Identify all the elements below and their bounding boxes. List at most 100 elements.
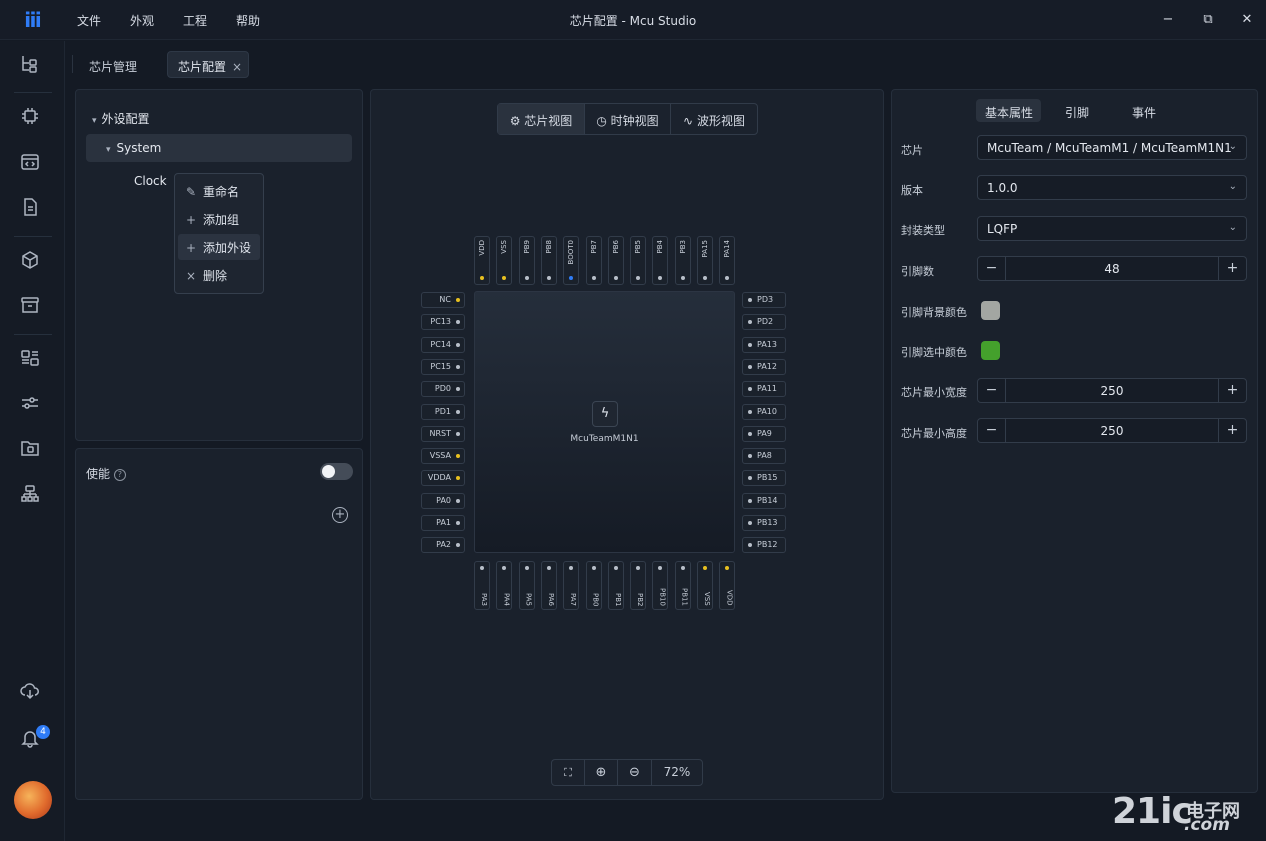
pin-pb9[interactable]: PB9 <box>518 236 535 285</box>
pin-pa5[interactable]: PA5 <box>518 561 535 610</box>
tab-wave-view[interactable]: ∿ 波形视图 <box>671 104 757 134</box>
pin-pb4[interactable]: PB4 <box>652 236 669 285</box>
pin-pd3[interactable]: PD3 <box>742 292 786 308</box>
pin-pb11[interactable]: PB11 <box>674 561 691 610</box>
hierarchy-icon[interactable] <box>20 484 46 510</box>
tab-clock-view[interactable]: ◷ 时钟视图 <box>585 104 670 134</box>
tab-events[interactable]: 事件 <box>1132 104 1156 121</box>
zoom-in-icon[interactable]: ⊕ <box>585 760 617 785</box>
pin-pb2[interactable]: PB2 <box>630 561 647 610</box>
decrement-button[interactable]: − <box>978 379 1006 402</box>
pin-pa6[interactable]: PA6 <box>540 561 557 610</box>
cube-icon[interactable] <box>20 250 46 276</box>
document-icon[interactable] <box>20 197 46 223</box>
decrement-button[interactable]: − <box>978 257 1006 280</box>
cpu-icon[interactable] <box>20 106 46 132</box>
pin-pa4[interactable]: PA4 <box>496 561 513 610</box>
minimize-button[interactable]: − <box>1158 10 1178 30</box>
increment-button[interactable]: + <box>1218 419 1246 442</box>
pin-vssa[interactable]: VSSA <box>421 448 465 465</box>
flow-tree-icon[interactable] <box>20 54 46 80</box>
pin-pb15[interactable]: PB15 <box>742 470 786 487</box>
pin-vss[interactable]: VSS <box>697 561 713 610</box>
stepper-value[interactable]: 250 <box>1005 384 1219 398</box>
tree-root[interactable]: ▾ 外设配置 <box>92 110 150 127</box>
pin-vss[interactable]: VSS <box>496 236 513 285</box>
pin-pb13[interactable]: PB13 <box>742 515 786 531</box>
menu-add-peripheral[interactable]: + 添加外设 <box>178 234 260 260</box>
tab-basic-props[interactable]: 基本属性 <box>985 104 1033 121</box>
help-icon[interactable]: ? <box>113 469 126 481</box>
pin-pb3[interactable]: PB3 <box>674 236 691 285</box>
close-window-button[interactable]: ✕ <box>1237 10 1257 30</box>
increment-button[interactable]: + <box>1218 379 1246 402</box>
version-select[interactable]: 1.0.0 ⌄ <box>977 175 1247 200</box>
pin-nc[interactable]: NC <box>421 292 465 308</box>
add-circle-icon[interactable]: + <box>332 507 348 523</box>
code-window-icon[interactable] <box>20 152 46 178</box>
layout-icon[interactable] <box>20 348 46 374</box>
tab-chip-config[interactable]: 芯片配置 × <box>167 51 249 78</box>
pin-pb12[interactable]: PB12 <box>742 537 786 554</box>
pin-pb7[interactable]: PB7 <box>585 236 602 285</box>
pin-pa0[interactable]: PA0 <box>421 492 465 509</box>
tab-chip-view[interactable]: ⚙ 芯片视图 <box>498 104 584 134</box>
pin-pa9[interactable]: PA9 <box>742 425 786 442</box>
pin-pc15[interactable]: PC15 <box>421 358 465 375</box>
tree-item-clock[interactable]: Clock <box>134 174 167 188</box>
menu-rename[interactable]: ✎ 重命名 <box>178 178 260 204</box>
increment-button[interactable]: + <box>1218 257 1246 280</box>
pin-sel-color-swatch[interactable] <box>981 341 1000 360</box>
pin-pa10[interactable]: PA10 <box>742 403 786 420</box>
pin-pd1[interactable]: PD1 <box>421 403 465 420</box>
pin-pa14[interactable]: PA14 <box>719 236 736 285</box>
package-label: 封装类型 <box>901 224 945 237</box>
pin-pc14[interactable]: PC14 <box>421 336 465 353</box>
cloud-download-icon[interactable] <box>20 681 46 707</box>
fit-screen-icon[interactable]: ⛶ <box>552 760 584 785</box>
pin-boot0[interactable]: BOOT0 <box>563 236 580 285</box>
pin-pa1[interactable]: PA1 <box>421 515 465 531</box>
menu-add-group[interactable]: + 添加组 <box>178 206 260 232</box>
pin-vdda[interactable]: VDDA <box>421 470 465 487</box>
pin-pb6[interactable]: PB6 <box>607 236 624 285</box>
pin-pd2[interactable]: PD2 <box>742 314 786 331</box>
zoom-out-icon[interactable]: ⊖ <box>618 760 651 785</box>
stepper-value[interactable]: 48 <box>1005 262 1219 276</box>
pin-bg-color-swatch[interactable] <box>981 301 1000 320</box>
menu-delete[interactable]: × 删除 <box>178 262 260 288</box>
package-select[interactable]: LQFP ⌄ <box>977 216 1247 241</box>
pin-pa2[interactable]: PA2 <box>421 537 465 554</box>
pin-pb1[interactable]: PB1 <box>607 561 624 610</box>
sliders-icon[interactable] <box>20 393 46 419</box>
pin-pa12[interactable]: PA12 <box>742 358 786 375</box>
pin-pa15[interactable]: PA15 <box>697 236 713 285</box>
close-tab-icon[interactable]: × <box>232 60 242 74</box>
pin-pb8[interactable]: PB8 <box>540 236 557 285</box>
tree-item-system[interactable]: ▾ System <box>86 134 352 162</box>
pin-vdd[interactable]: VDD <box>474 236 490 285</box>
pin-vdd[interactable]: VDD <box>719 561 736 610</box>
pin-pd0[interactable]: PD0 <box>421 381 465 398</box>
stepper-value[interactable]: 250 <box>1005 424 1219 438</box>
pin-nrst[interactable]: NRST <box>421 425 465 442</box>
decrement-button[interactable]: − <box>978 419 1006 442</box>
avatar[interactable] <box>14 781 52 819</box>
chip-select[interactable]: McuTeam / McuTeamM1 / McuTeamM1N1 ⌄ <box>977 135 1247 160</box>
pin-pa8[interactable]: PA8 <box>742 448 786 465</box>
restore-button[interactable]: ⧉ <box>1198 10 1218 30</box>
tab-pins[interactable]: 引脚 <box>1065 104 1089 121</box>
select-value: LQFP <box>987 222 1018 236</box>
archive-icon[interactable] <box>20 295 46 321</box>
pin-pb0[interactable]: PB0 <box>585 561 602 610</box>
pin-pb14[interactable]: PB14 <box>742 492 786 509</box>
pin-pa11[interactable]: PA11 <box>742 381 786 398</box>
pin-pa7[interactable]: PA7 <box>563 561 580 610</box>
folder-icon[interactable] <box>20 438 46 464</box>
pin-pb10[interactable]: PB10 <box>652 561 669 610</box>
pin-pb5[interactable]: PB5 <box>630 236 647 285</box>
pin-pa13[interactable]: PA13 <box>742 336 786 353</box>
tab-chip-management[interactable]: 芯片管理 <box>89 58 137 75</box>
pin-pa3[interactable]: PA3 <box>474 561 490 610</box>
pin-pc13[interactable]: PC13 <box>421 314 465 331</box>
